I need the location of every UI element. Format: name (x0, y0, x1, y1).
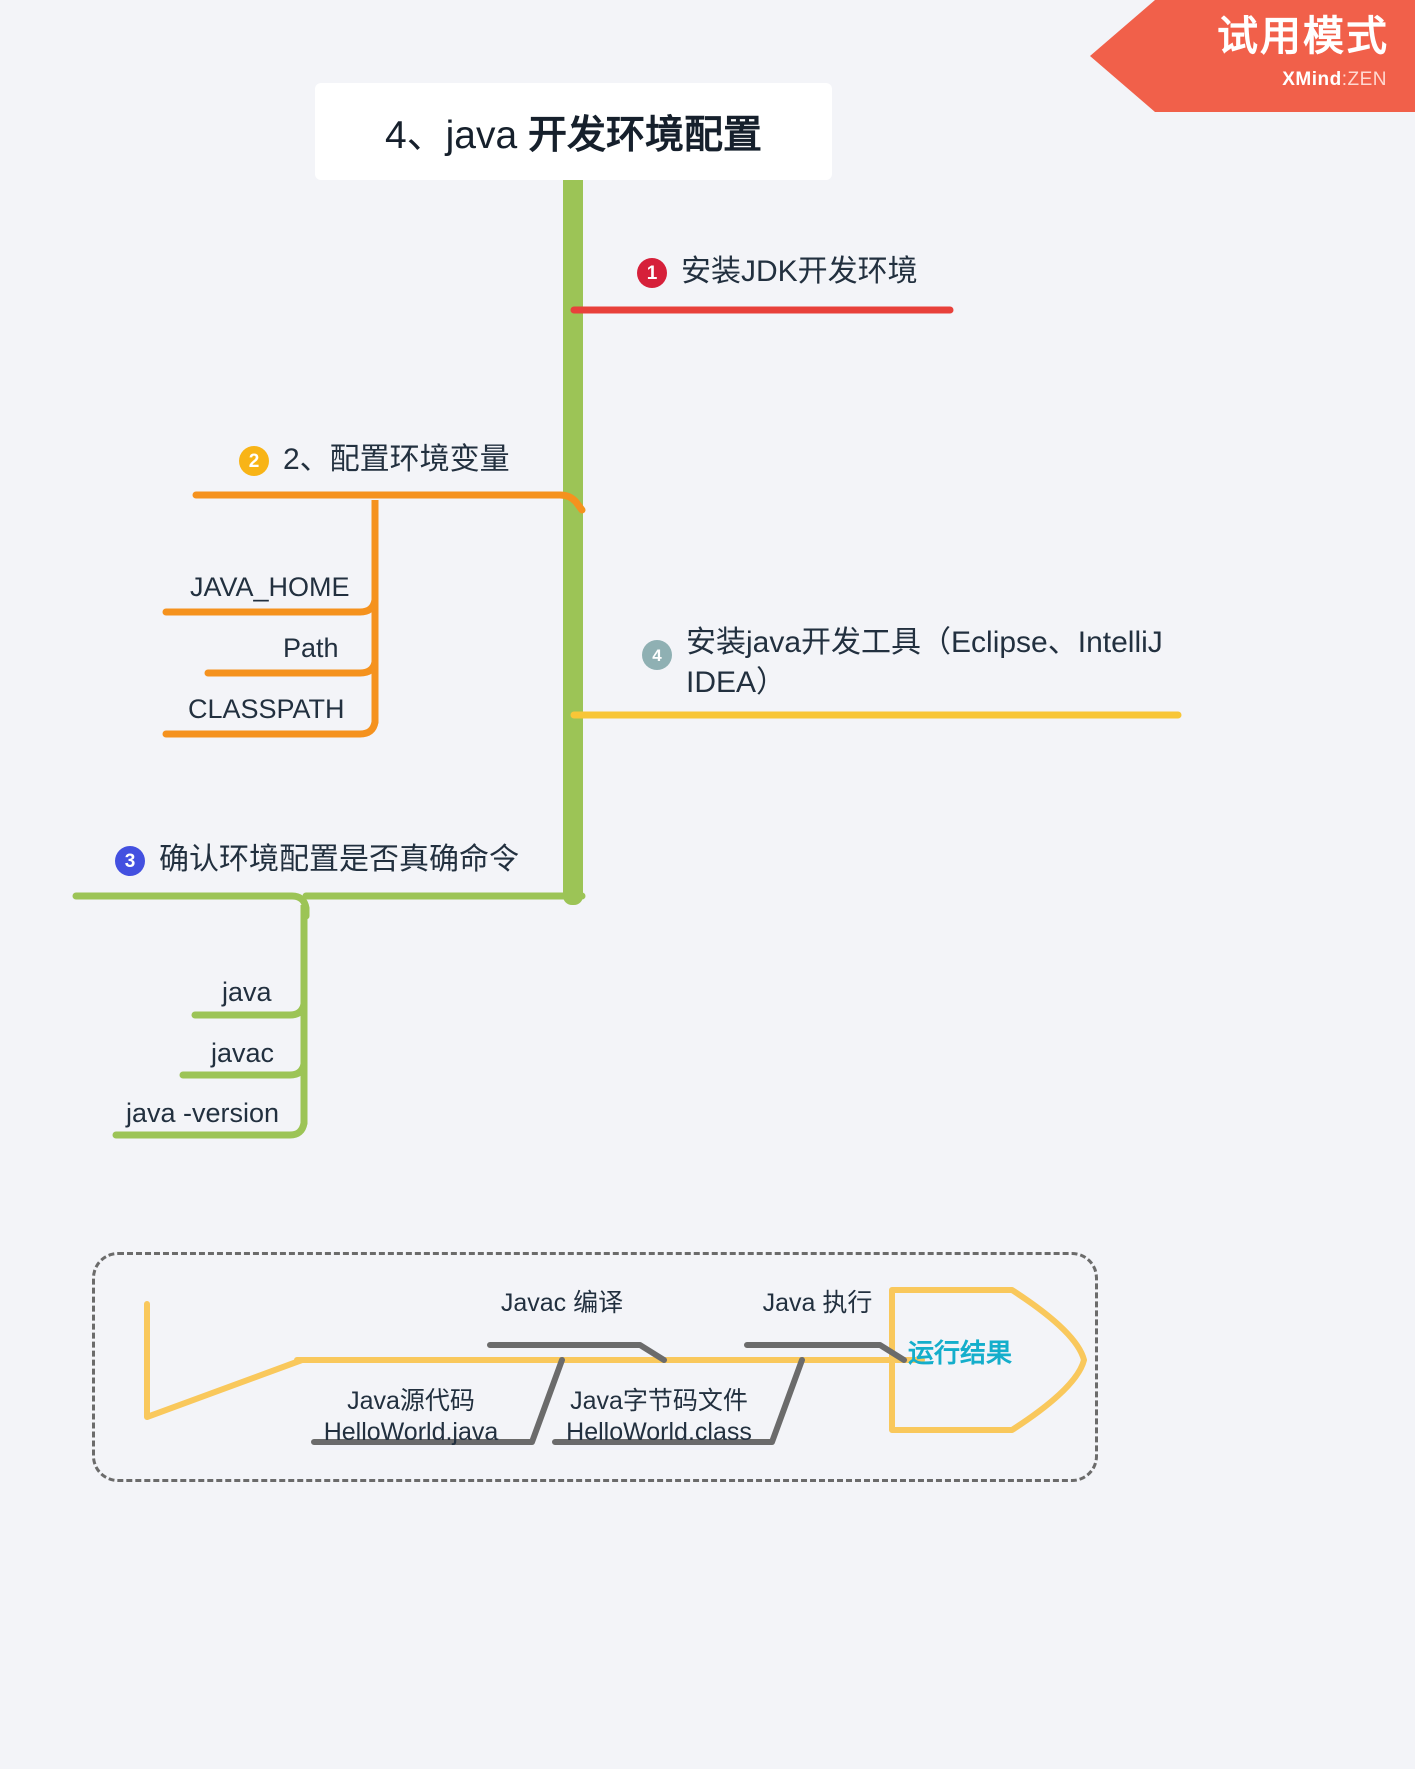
trunk-line (563, 180, 583, 905)
subtopic-javac[interactable]: javac (211, 1038, 274, 1069)
branch-4-label: 安装java开发工具（Eclipse、IntelliJ IDEA） (686, 626, 1163, 699)
subtopic-java-home[interactable]: JAVA_HOME (190, 572, 350, 603)
fishbone-top-label-2: Java 执行 (762, 1289, 873, 1317)
branch-2-label: 2、配置环境变量 (283, 443, 510, 476)
subtopic-classpath[interactable]: CLASSPATH (188, 694, 345, 725)
central-topic[interactable]: 4、java 开发环境配置 (315, 83, 832, 180)
trial-mode-badge: 试用模式 XMind:ZEN (1090, 0, 1415, 112)
branch-3-marker: 3 (115, 846, 145, 876)
mindmap-canvas: 试用模式 XMind:ZEN 4、java 开发环境配置 1 安装JDK开发环境… (0, 0, 1415, 1769)
trial-mode-title: 试用模式 (1217, 13, 1389, 59)
xmind-brand: XMind:ZEN (1282, 70, 1387, 89)
branch-4[interactable]: 4 安装java开发工具（Eclipse、IntelliJ IDEA） (642, 623, 1182, 702)
xmind-brand-bold: XMind (1282, 69, 1342, 90)
branch-1-connector (570, 306, 954, 314)
branch-1-marker: 1 (637, 258, 667, 288)
fishbone-bottom-label-2: Java字节码文件 HelloWorld.class (566, 1387, 752, 1447)
fishbone-top-label-1: Javac 编译 (500, 1289, 624, 1317)
branch-4-connector (570, 711, 1182, 719)
branch-2-marker: 2 (239, 446, 269, 476)
branch-3-label: 确认环境配置是否真确命令 (159, 843, 519, 876)
central-topic-emphasis: 开发环境配置 (528, 113, 763, 157)
branch-2[interactable]: 2 2、配置环境变量 (239, 440, 510, 480)
fishbone-result-label: 运行结果 (908, 1338, 1013, 1368)
subtopic-java-version[interactable]: java -version (126, 1098, 279, 1129)
subtopic-path[interactable]: Path (283, 633, 339, 664)
branch-3[interactable]: 3 确认环境配置是否真确命令 (115, 840, 519, 880)
fishbone-bottom-label-1: Java源代码 HelloWorld.java (323, 1387, 499, 1447)
central-topic-text: 4、java 开发环境配置 (385, 104, 762, 160)
branch-4-marker: 4 (642, 640, 672, 670)
xmind-brand-light: :ZEN (1341, 69, 1387, 90)
central-topic-prefix: 4、java (384, 113, 529, 157)
subtopic-java[interactable]: java (222, 977, 272, 1008)
branch-1[interactable]: 1 安装JDK开发环境 (637, 252, 918, 292)
branch-1-label: 安装JDK开发环境 (681, 255, 918, 288)
